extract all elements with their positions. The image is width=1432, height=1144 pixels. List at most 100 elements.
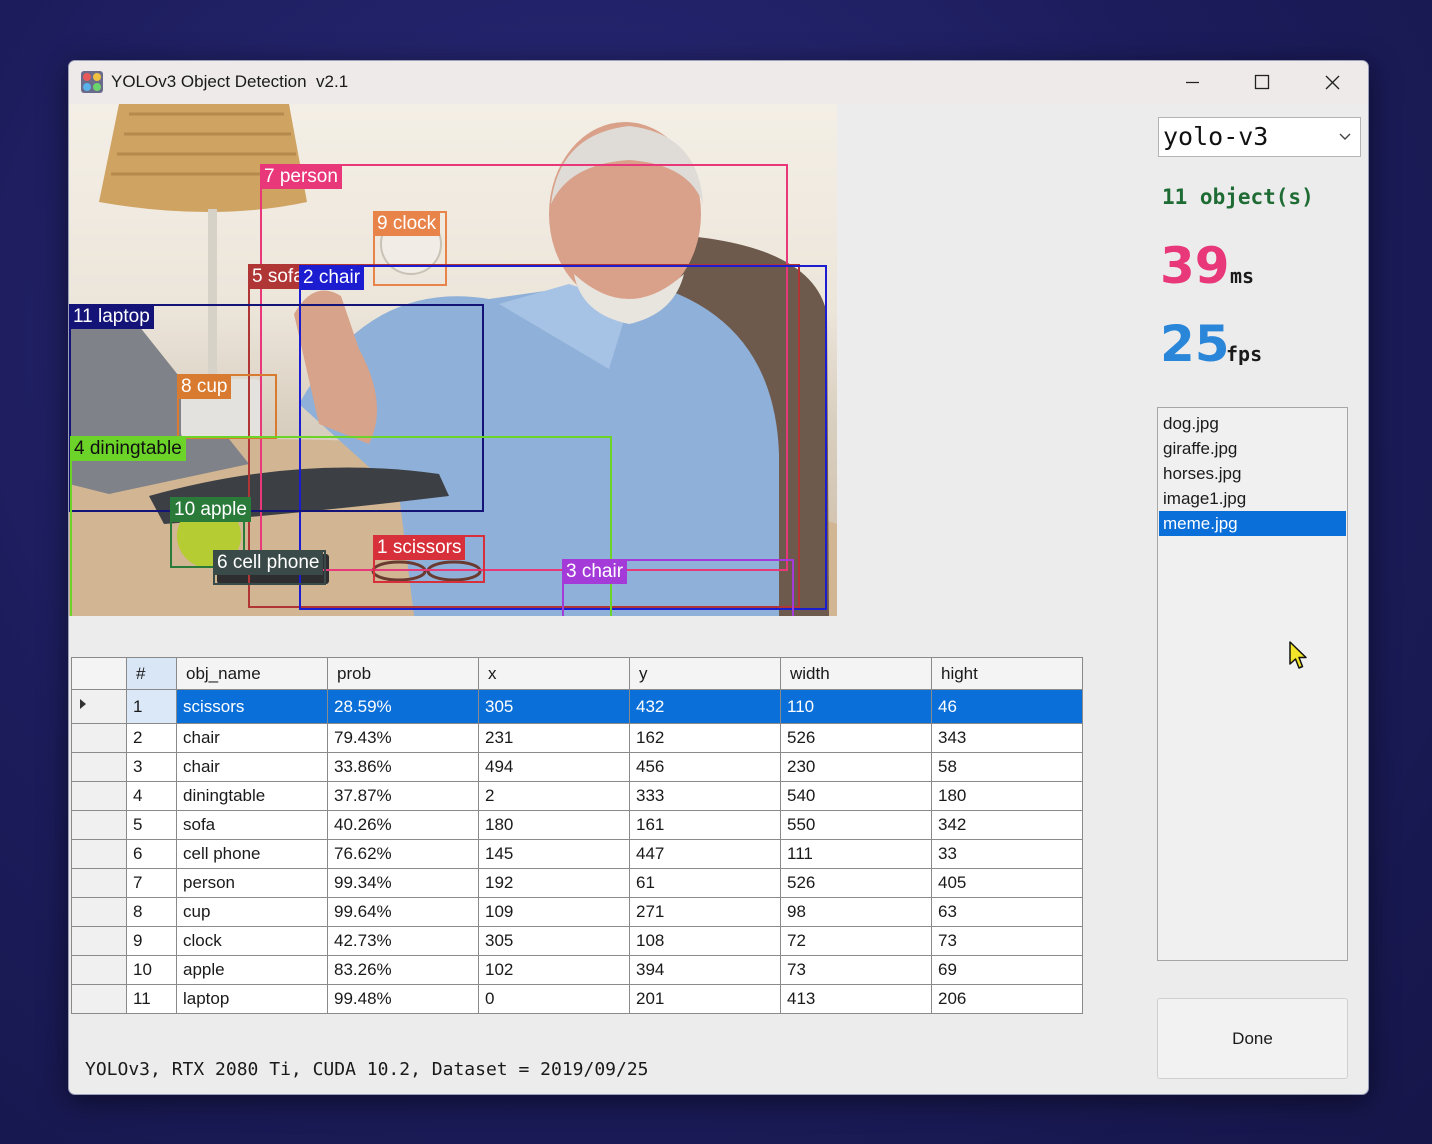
table-cell[interactable]: 305 [478,689,630,724]
table-cell[interactable]: 206 [931,984,1083,1014]
file-list-item[interactable]: meme.jpg [1159,511,1346,536]
table-cell[interactable]: 405 [931,868,1083,898]
table-cell[interactable]: 494 [478,752,630,782]
file-list-item[interactable]: dog.jpg [1159,411,1346,436]
table-row[interactable]: 3 chair 33.86% 494 456 230 58 [71,752,1083,782]
table-cell[interactable]: 447 [629,839,781,869]
table-cell[interactable]: 413 [780,984,932,1014]
table-cell[interactable]: 108 [629,926,781,956]
table-cell[interactable]: 526 [780,723,932,753]
column-header[interactable]: hight [931,657,1083,690]
table-cell[interactable]: 162 [629,723,781,753]
table-cell[interactable]: 69 [931,955,1083,985]
table-cell[interactable]: 4 [126,781,177,811]
row-header[interactable] [71,689,127,724]
table-cell[interactable]: 180 [478,810,630,840]
model-dropdown[interactable]: yolo-v3 [1158,117,1361,157]
table-cell[interactable]: 6 [126,839,177,869]
table-cell[interactable]: 79.43% [327,723,479,753]
table-cell[interactable]: sofa [176,810,328,840]
table-cell[interactable]: 110 [780,689,932,724]
column-header[interactable]: x [478,657,630,690]
table-cell[interactable]: 28.59% [327,689,479,724]
table-cell[interactable]: 180 [931,781,1083,811]
column-header[interactable]: obj_name [176,657,328,690]
table-cell[interactable]: 33.86% [327,752,479,782]
table-cell[interactable]: 99.48% [327,984,479,1014]
table-cell[interactable]: 2 [478,781,630,811]
table-cell[interactable]: 271 [629,897,781,927]
table-cell[interactable]: 2 [126,723,177,753]
table-cell[interactable]: 99.64% [327,897,479,927]
table-cell[interactable]: 145 [478,839,630,869]
table-cell[interactable]: 201 [629,984,781,1014]
table-row[interactable]: 4 diningtable 37.87% 2 333 540 180 [71,781,1083,811]
table-row[interactable]: 8 cup 99.64% 109 271 98 63 [71,897,1083,927]
table-cell[interactable]: diningtable [176,781,328,811]
table-cell[interactable]: 432 [629,689,781,724]
table-cell[interactable]: 83.26% [327,955,479,985]
row-header[interactable] [71,723,127,753]
table-cell[interactable]: clock [176,926,328,956]
table-cell[interactable]: 230 [780,752,932,782]
column-header[interactable]: # [126,657,177,690]
table-row[interactable]: 10 apple 83.26% 102 394 73 69 [71,955,1083,985]
table-cell[interactable]: 333 [629,781,781,811]
table-cell[interactable]: 456 [629,752,781,782]
table-cell[interactable]: 9 [126,926,177,956]
row-header[interactable] [71,926,127,956]
column-header[interactable]: prob [327,657,479,690]
row-header[interactable] [71,984,127,1014]
table-cell[interactable]: 8 [126,897,177,927]
file-list-item[interactable]: horses.jpg [1159,461,1346,486]
table-cell[interactable]: scissors [176,689,328,724]
table-cell[interactable]: 111 [780,839,932,869]
table-cell[interactable]: 10 [126,955,177,985]
table-row[interactable]: 2 chair 79.43% 231 162 526 343 [71,723,1083,753]
table-cell[interactable]: 7 [126,868,177,898]
row-header[interactable] [71,897,127,927]
close-icon[interactable] [1297,61,1367,104]
table-row[interactable]: 7 person 99.34% 192 61 526 405 [71,868,1083,898]
row-header[interactable] [71,868,127,898]
table-cell[interactable]: 61 [629,868,781,898]
file-list[interactable]: dog.jpg giraffe.jpg horses.jpg image1.jpg me… [1157,407,1348,961]
file-list-item[interactable]: image1.jpg [1159,486,1346,511]
table-cell[interactable]: apple [176,955,328,985]
table-cell[interactable]: 231 [478,723,630,753]
row-header[interactable] [71,839,127,869]
table-cell[interactable]: 192 [478,868,630,898]
table-cell[interactable]: 526 [780,868,932,898]
results-table[interactable]: # obj_name prob x y width hight 1 scissor… [71,657,1083,1014]
table-cell[interactable]: 3 [126,752,177,782]
table-cell[interactable]: 76.62% [327,839,479,869]
row-header[interactable] [71,810,127,840]
table-cell[interactable]: 342 [931,810,1083,840]
table-cell[interactable]: 161 [629,810,781,840]
table-cell[interactable]: 40.26% [327,810,479,840]
table-cell[interactable]: chair [176,723,328,753]
table-cell[interactable]: 394 [629,955,781,985]
table-cell[interactable]: 550 [780,810,932,840]
table-cell[interactable]: 305 [478,926,630,956]
table-cell[interactable]: 11 [126,984,177,1014]
table-row[interactable]: 9 clock 42.73% 305 108 72 73 [71,926,1083,956]
table-cell[interactable]: 102 [478,955,630,985]
table-cell[interactable]: 37.87% [327,781,479,811]
table-cell[interactable]: 72 [780,926,932,956]
table-cell[interactable]: 46 [931,689,1083,724]
table-row[interactable]: 5 sofa 40.26% 180 161 550 342 [71,810,1083,840]
done-button[interactable]: Done [1157,998,1348,1079]
row-header[interactable] [71,752,127,782]
table-cell[interactable]: 73 [780,955,932,985]
table-cell[interactable]: 0 [478,984,630,1014]
table-cell[interactable]: 540 [780,781,932,811]
table-cell[interactable]: 42.73% [327,926,479,956]
table-cell[interactable]: 5 [126,810,177,840]
table-row[interactable]: 11 laptop 99.48% 0 201 413 206 [71,984,1083,1014]
table-row[interactable]: 1 scissors 28.59% 305 432 110 46 [71,689,1083,724]
table-cell[interactable]: 109 [478,897,630,927]
table-cell[interactable]: 63 [931,897,1083,927]
table-cell[interactable]: chair [176,752,328,782]
column-header[interactable]: y [629,657,781,690]
